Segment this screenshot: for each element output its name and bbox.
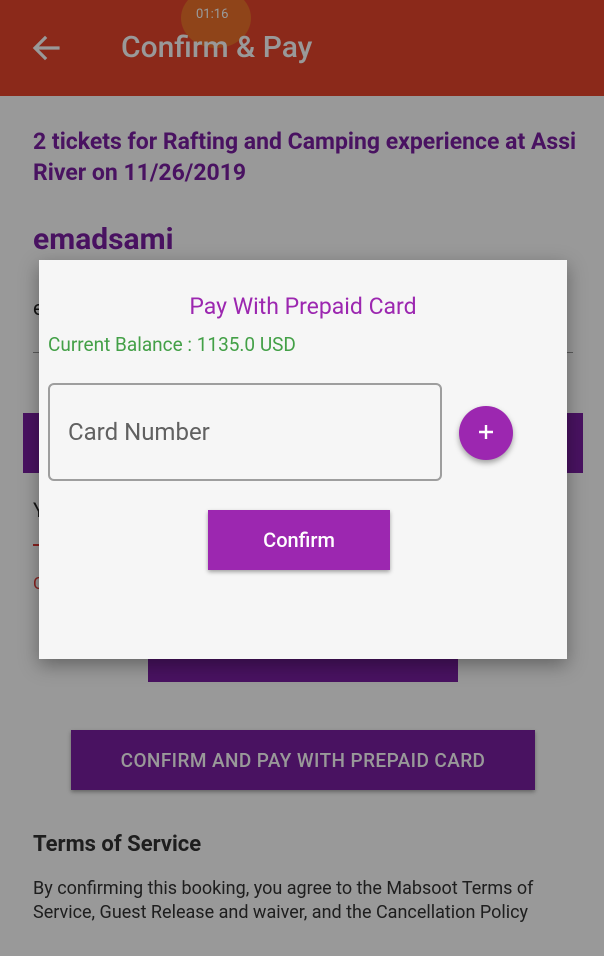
card-number-input[interactable] <box>48 383 442 481</box>
add-card-button[interactable] <box>459 406 513 460</box>
current-balance: Current Balance : 1135.0 USD <box>48 333 296 356</box>
confirm-button[interactable]: Confirm <box>208 510 390 570</box>
plus-icon <box>477 423 495 444</box>
prepaid-card-dialog: Pay With Prepaid Card Current Balance : … <box>39 260 567 659</box>
dialog-title: Pay With Prepaid Card <box>189 293 417 320</box>
